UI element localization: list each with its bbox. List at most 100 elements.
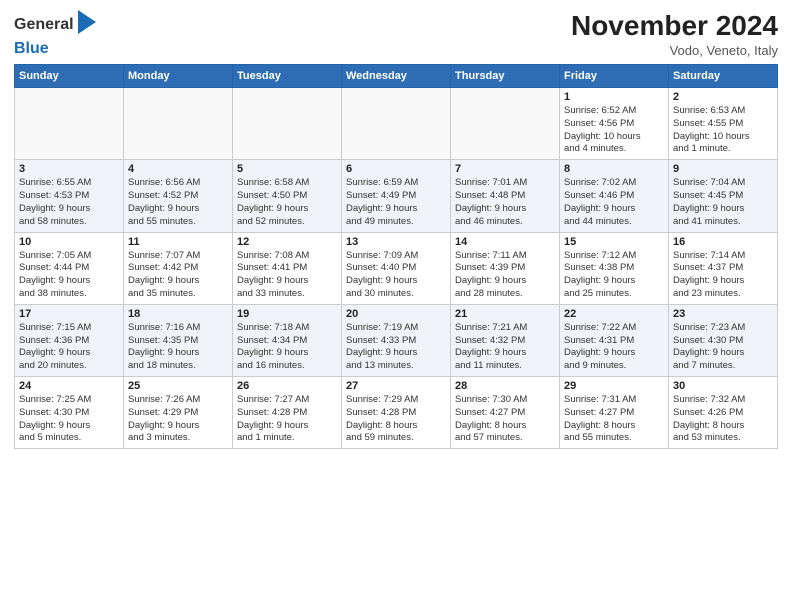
day-info: Sunrise: 7:08 AM Sunset: 4:41 PM Dayligh… [237,250,337,301]
calendar-table: Sunday Monday Tuesday Wednesday Thursday… [14,64,778,449]
day-info: Sunrise: 6:52 AM Sunset: 4:56 PM Dayligh… [564,105,664,156]
table-row: 18 Sunrise: 7:16 AM Sunset: 4:35 PM Dayli… [124,304,233,376]
table-row: 22Sunrise: 7:22 AM Sunset: 4:31 PM Dayli… [560,304,669,376]
table-row: 29 Sunrise: 7:31 AM Sunset: 4:27 PM Dayli… [560,377,669,449]
day-number: 27 [346,380,446,392]
day-number: 23 [673,308,773,320]
table-row: 8Sunrise: 7:02 AM Sunset: 4:46 PM Daylig… [560,160,669,232]
table-row: 30 Sunrise: 7:32 AM Sunset: 4:26 PM Dayli… [669,377,778,449]
page: General Blue GeneralBlue November 2024 V… [0,0,792,612]
logo-general-text: General [14,16,74,34]
title-block: November 2024 Vodo, Veneto, Italy [571,10,778,58]
day-info: Sunrise: 7:11 AM Sunset: 4:39 PM Dayligh… [455,250,555,301]
table-row: 5Sunrise: 6:58 AM Sunset: 4:50 PM Daylig… [233,160,342,232]
day-number: 13 [346,236,446,248]
day-info: Sunrise: 7:31 AM Sunset: 4:27 PM Dayligh… [564,394,664,445]
calendar-week-4: 17Sunrise: 7:15 AM Sunset: 4:36 PM Dayli… [15,304,778,376]
day-info: Sunrise: 7:25 AM Sunset: 4:30 PM Dayligh… [19,394,119,445]
col-wednesday: Wednesday [342,65,451,88]
col-tuesday: Tuesday [233,65,342,88]
day-number: 12 [237,236,337,248]
day-number: 3 [19,163,119,175]
day-info: Sunrise: 7:01 AM Sunset: 4:48 PM Dayligh… [455,177,555,228]
day-info: Sunrise: 7:16 AM Sunset: 4:35 PM Dayligh… [128,322,228,373]
table-row: 19 Sunrise: 7:18 AM Sunset: 4:34 PM Dayli… [233,304,342,376]
col-monday: Monday [124,65,233,88]
day-info: Sunrise: 7:27 AM Sunset: 4:28 PM Dayligh… [237,394,337,445]
day-number: 28 [455,380,555,392]
day-number: 24 [19,380,119,392]
day-number: 29 [564,380,664,392]
day-info: Sunrise: 7:23 AM Sunset: 4:30 PM Dayligh… [673,322,773,373]
day-number: 6 [346,163,446,175]
day-number: 9 [673,163,773,175]
col-saturday: Saturday [669,65,778,88]
logo-arrow-icon [78,10,96,34]
table-row: 20 Sunrise: 7:19 AM Sunset: 4:33 PM Dayli… [342,304,451,376]
day-info: Sunrise: 7:32 AM Sunset: 4:26 PM Dayligh… [673,394,773,445]
table-row: 13Sunrise: 7:09 AM Sunset: 4:40 PM Dayli… [342,232,451,304]
day-number: 5 [237,163,337,175]
table-row: 11 Sunrise: 7:07 AM Sunset: 4:42 PM Dayli… [124,232,233,304]
table-row: 1 Sunrise: 6:52 AM Sunset: 4:56 PM Daylig… [560,88,669,160]
day-number: 26 [237,380,337,392]
day-number: 18 [128,308,228,320]
day-number: 20 [346,308,446,320]
day-number: 7 [455,163,555,175]
day-info: Sunrise: 7:14 AM Sunset: 4:37 PM Dayligh… [673,250,773,301]
day-info: Sunrise: 7:07 AM Sunset: 4:42 PM Dayligh… [128,250,228,301]
day-number: 25 [128,380,228,392]
table-row: 6 Sunrise: 6:59 AM Sunset: 4:49 PM Daylig… [342,160,451,232]
table-row: 26 Sunrise: 7:27 AM Sunset: 4:28 PM Dayli… [233,377,342,449]
calendar-week-3: 10Sunrise: 7:05 AM Sunset: 4:44 PM Dayli… [15,232,778,304]
day-number: 11 [128,236,228,248]
day-info: Sunrise: 7:19 AM Sunset: 4:33 PM Dayligh… [346,322,446,373]
table-row: 23 Sunrise: 7:23 AM Sunset: 4:30 PM Dayli… [669,304,778,376]
table-row: 17Sunrise: 7:15 AM Sunset: 4:36 PM Dayli… [15,304,124,376]
table-row: 14 Sunrise: 7:11 AM Sunset: 4:39 PM Dayli… [451,232,560,304]
table-row: 9 Sunrise: 7:04 AM Sunset: 4:45 PM Daylig… [669,160,778,232]
calendar-week-5: 24 Sunrise: 7:25 AM Sunset: 4:30 PM Dayli… [15,377,778,449]
day-number: 1 [564,91,664,103]
day-info: Sunrise: 7:21 AM Sunset: 4:32 PM Dayligh… [455,322,555,373]
day-number: 19 [237,308,337,320]
day-info: Sunrise: 7:15 AM Sunset: 4:36 PM Dayligh… [19,322,119,373]
table-row [15,88,124,160]
table-row: 7 Sunrise: 7:01 AM Sunset: 4:48 PM Daylig… [451,160,560,232]
table-row: 4 Sunrise: 6:56 AM Sunset: 4:52 PM Daylig… [124,160,233,232]
day-number: 16 [673,236,773,248]
day-number: 4 [128,163,228,175]
day-info: Sunrise: 7:18 AM Sunset: 4:34 PM Dayligh… [237,322,337,373]
table-row: 24 Sunrise: 7:25 AM Sunset: 4:30 PM Dayli… [15,377,124,449]
day-info: Sunrise: 6:56 AM Sunset: 4:52 PM Dayligh… [128,177,228,228]
day-info: Sunrise: 6:59 AM Sunset: 4:49 PM Dayligh… [346,177,446,228]
logo-blue-text: Blue [14,40,49,58]
calendar-week-2: 3 Sunrise: 6:55 AM Sunset: 4:53 PM Daylig… [15,160,778,232]
col-thursday: Thursday [451,65,560,88]
table-row [124,88,233,160]
day-info: Sunrise: 6:55 AM Sunset: 4:53 PM Dayligh… [19,177,119,228]
table-row: 3 Sunrise: 6:55 AM Sunset: 4:53 PM Daylig… [15,160,124,232]
day-info: Sunrise: 7:26 AM Sunset: 4:29 PM Dayligh… [128,394,228,445]
day-info: Sunrise: 7:22 AM Sunset: 4:31 PM Dayligh… [564,322,664,373]
day-info: Sunrise: 7:30 AM Sunset: 4:27 PM Dayligh… [455,394,555,445]
table-row: 21 Sunrise: 7:21 AM Sunset: 4:32 PM Dayli… [451,304,560,376]
calendar-week-1: 1 Sunrise: 6:52 AM Sunset: 4:56 PM Daylig… [15,88,778,160]
table-row: 16 Sunrise: 7:14 AM Sunset: 4:37 PM Dayli… [669,232,778,304]
table-row: 2Sunrise: 6:53 AM Sunset: 4:55 PM Daylig… [669,88,778,160]
table-row [342,88,451,160]
location: Vodo, Veneto, Italy [571,43,778,58]
table-row: 25 Sunrise: 7:26 AM Sunset: 4:29 PM Dayli… [124,377,233,449]
table-row [233,88,342,160]
day-info: Sunrise: 7:04 AM Sunset: 4:45 PM Dayligh… [673,177,773,228]
table-row: 15Sunrise: 7:12 AM Sunset: 4:38 PM Dayli… [560,232,669,304]
day-number: 2 [673,91,773,103]
day-number: 14 [455,236,555,248]
calendar-header-row: Sunday Monday Tuesday Wednesday Thursday… [15,65,778,88]
table-row: 27 Sunrise: 7:29 AM Sunset: 4:28 PM Dayli… [342,377,451,449]
day-number: 21 [455,308,555,320]
table-row: 28 Sunrise: 7:30 AM Sunset: 4:27 PM Dayli… [451,377,560,449]
day-info: Sunrise: 7:29 AM Sunset: 4:28 PM Dayligh… [346,394,446,445]
day-info: Sunrise: 7:12 AM Sunset: 4:38 PM Dayligh… [564,250,664,301]
day-number: 30 [673,380,773,392]
